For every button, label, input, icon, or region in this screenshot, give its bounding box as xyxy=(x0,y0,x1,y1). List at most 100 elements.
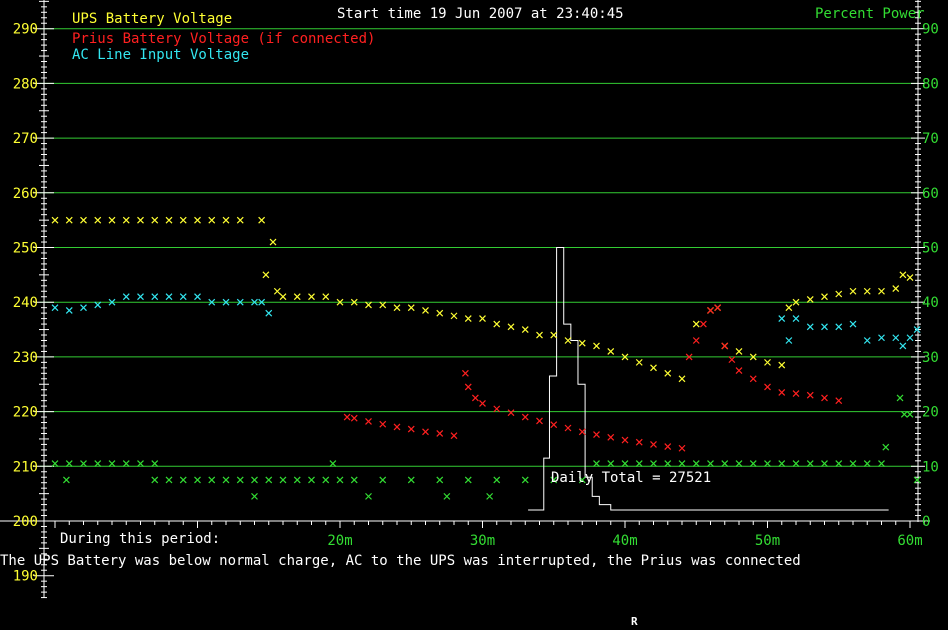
ups-battery-voltage-point xyxy=(564,337,572,344)
prius-battery-voltage-if-connected-point xyxy=(564,424,572,432)
right-tick-label: 0 xyxy=(922,514,930,530)
percent-power-point xyxy=(122,460,130,467)
ups-battery-voltage-point xyxy=(293,293,301,301)
percent-power-point xyxy=(329,460,337,467)
prius-battery-voltage-if-connected-point xyxy=(764,383,771,391)
percent-power-point xyxy=(80,460,87,467)
ups-battery-voltage-point xyxy=(94,216,102,224)
left-tick-label: 260 xyxy=(13,186,38,202)
ups-battery-voltage-point xyxy=(137,216,144,224)
ac-line-input-voltage-point xyxy=(785,337,793,344)
percent-power-point xyxy=(849,460,857,467)
ups-battery-voltage-point xyxy=(379,301,387,309)
ac-line-input-voltage-point xyxy=(179,293,187,301)
percent-power-point xyxy=(94,460,102,467)
percent-power-point xyxy=(265,476,273,484)
prius-battery-voltage-if-connected-point xyxy=(436,430,444,437)
percent-power-point xyxy=(379,476,387,484)
ups-battery-voltage-point xyxy=(821,293,828,301)
percent-power-point xyxy=(236,476,244,484)
percent-power-point xyxy=(208,476,216,484)
percent-power-point xyxy=(194,476,201,484)
ups-battery-voltage-point xyxy=(536,331,543,339)
ups-battery-voltage-point xyxy=(493,320,501,328)
ups-battery-voltage-point xyxy=(806,296,814,303)
percent-power-point xyxy=(486,492,494,500)
prius-battery-voltage-if-connected-point xyxy=(678,444,686,452)
ups-battery-voltage-point xyxy=(273,287,281,295)
legend-prius: Prius Battery Voltage (if connected) xyxy=(72,31,376,47)
ups-battery-voltage-point xyxy=(593,342,600,350)
daily-total-label: Daily Total = 27521 xyxy=(551,470,712,486)
percent-power-point xyxy=(365,492,372,500)
ac-line-input-voltage-point xyxy=(806,323,814,331)
legend-ac: AC Line Input Voltage xyxy=(72,47,250,63)
x-tick-label: 30m xyxy=(470,533,495,549)
ups-battery-voltage-point xyxy=(692,320,700,328)
ups-battery-voltage-point xyxy=(735,348,743,355)
percent-power-point xyxy=(179,476,187,484)
percent-power-point xyxy=(108,460,116,467)
left-tick-label: 210 xyxy=(13,459,38,475)
ups-battery-voltage-point xyxy=(51,216,59,224)
left-tick-label: 290 xyxy=(13,22,38,38)
prius-battery-voltage-if-connected-point xyxy=(365,418,372,425)
ups-battery-voltage-point xyxy=(892,285,900,292)
ac-line-input-voltage-point xyxy=(194,293,201,301)
prius-battery-voltage-if-connected-point xyxy=(806,391,814,399)
ups-battery-voltage-point xyxy=(578,339,586,347)
percent-power-point xyxy=(635,460,643,467)
ups-battery-voltage-point xyxy=(258,216,266,224)
percent-power-point xyxy=(222,476,230,484)
ups-battery-voltage-point xyxy=(678,375,686,383)
prius-battery-voltage-if-connected-point xyxy=(607,433,615,441)
percent-power-point xyxy=(664,460,672,467)
right-axis-title: Percent Power xyxy=(815,6,925,22)
prius-battery-voltage-if-connected-point xyxy=(635,438,643,446)
left-tick-label: 230 xyxy=(13,350,38,366)
percent-power-point xyxy=(913,476,921,484)
percent-power-point xyxy=(151,476,159,484)
left-tick-label: 250 xyxy=(13,241,38,257)
percent-power-point xyxy=(350,476,358,484)
ups-battery-voltage-point xyxy=(785,304,793,312)
x-tick-label: 50m xyxy=(755,533,780,549)
prius-battery-voltage-if-connected-point xyxy=(664,443,672,451)
left-tick-label: 240 xyxy=(13,295,38,311)
ups-battery-voltage-point xyxy=(262,271,270,279)
prius-battery-voltage-if-connected-point xyxy=(464,383,472,391)
percent-power-point xyxy=(778,460,786,467)
left-tick-label: 190 xyxy=(13,569,38,585)
prius-battery-voltage-if-connected-point xyxy=(350,414,358,422)
percent-power-point xyxy=(62,476,70,484)
ups-battery-voltage-point xyxy=(122,216,130,224)
percent-power-point xyxy=(51,460,59,467)
right-tick-label: 10 xyxy=(922,459,939,475)
prius-battery-voltage-if-connected-point xyxy=(507,409,515,417)
ups-battery-voltage-point xyxy=(80,216,87,224)
percent-power-point xyxy=(835,460,843,467)
percent-power-point xyxy=(436,476,444,484)
prius-battery-voltage-if-connected-point xyxy=(749,375,757,383)
percent-power-point xyxy=(607,460,615,467)
ac-line-input-voltage-point xyxy=(165,293,173,301)
ups-battery-voltage-point xyxy=(108,216,116,224)
prius-battery-voltage-if-connected-point xyxy=(422,428,429,436)
percent-power-point xyxy=(764,460,771,467)
prius-battery-voltage-if-connected-point xyxy=(621,436,629,444)
prius-battery-voltage-if-connected-point xyxy=(692,337,700,344)
percent-power-point xyxy=(678,460,686,467)
prius-battery-voltage-if-connected-point xyxy=(393,423,401,431)
prius-battery-voltage-if-connected-point xyxy=(493,405,501,413)
ups-battery-voltage-point xyxy=(899,271,907,279)
ups-battery-voltage-point xyxy=(365,301,372,309)
prius-battery-voltage-if-connected-point xyxy=(343,413,351,421)
percent-power-point xyxy=(621,460,629,467)
percent-power-point xyxy=(336,476,344,484)
ups-battery-voltage-point xyxy=(764,358,771,366)
percent-power-point xyxy=(896,394,904,402)
ups-battery-voltage-point xyxy=(849,287,857,295)
percent-power-point xyxy=(749,460,757,467)
ups-battery-voltage-point xyxy=(179,216,187,224)
ups-battery-voltage-point xyxy=(863,287,871,295)
